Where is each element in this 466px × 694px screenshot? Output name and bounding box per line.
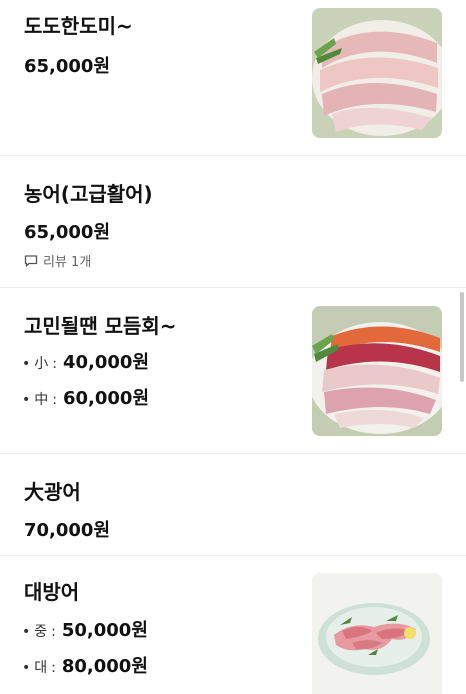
option-price: 40,000원: [62, 352, 150, 373]
yellowtail-sashimi-image: [312, 573, 442, 694]
menu-item-name: 농어(고급활어): [24, 182, 153, 206]
sea-bream-sashimi-image: [312, 8, 442, 138]
review-count[interactable]: 리뷰 1개: [24, 251, 91, 270]
price-option: • 대 : 80,000원: [22, 652, 148, 678]
menu-item-price: 65,000원: [24, 56, 111, 77]
option-size: 小: [34, 356, 49, 372]
price-option: • 중 : 50,000원: [22, 616, 148, 642]
price-option: • 小 : 40,000원: [22, 348, 149, 374]
menu-item-name: 大광어: [24, 480, 81, 504]
speech-bubble-icon: [24, 254, 38, 267]
option-size: 중: [34, 624, 48, 640]
menu-item-daebangeo[interactable]: 대방어 • 중 : 50,000원 • 대 : 80,000원: [0, 556, 466, 694]
menu-item-price: 65,000원: [24, 222, 111, 243]
option-price: 80,000원: [61, 656, 148, 677]
menu-item-price: 70,000원: [24, 520, 111, 541]
option-price: 50,000원: [61, 620, 148, 641]
scrollbar[interactable]: [460, 292, 464, 382]
option-price: 60,000원: [62, 388, 150, 409]
assorted-sashimi-image: [312, 306, 442, 436]
option-size: 中: [34, 392, 49, 408]
menu-item-dodohan-domi[interactable]: 도도한도미~ 65,000원: [0, 0, 466, 156]
menu-item-photo: [312, 573, 442, 694]
menu-item-photo: [312, 8, 442, 138]
menu-item-name: 도도한도미~: [24, 14, 133, 38]
review-count-label: 리뷰 1개: [43, 255, 92, 270]
menu-item-photo: [312, 306, 442, 436]
price-option: • 中 : 60,000원: [22, 384, 149, 410]
menu-item-nongeo[interactable]: 농어(고급활어) 65,000원 리뷰 1개: [0, 156, 466, 288]
option-size: 대: [34, 660, 48, 676]
menu-item-dae-gwangeo[interactable]: 大광어 70,000원: [0, 454, 466, 556]
menu-item-name: 고민될땐 모듬회~: [24, 314, 177, 338]
menu-item-modeum-hoe[interactable]: 고민될땐 모듬회~ • 小 : 40,000원 • 中 : 60,000원: [0, 288, 466, 454]
menu-item-name: 대방어: [24, 580, 80, 604]
